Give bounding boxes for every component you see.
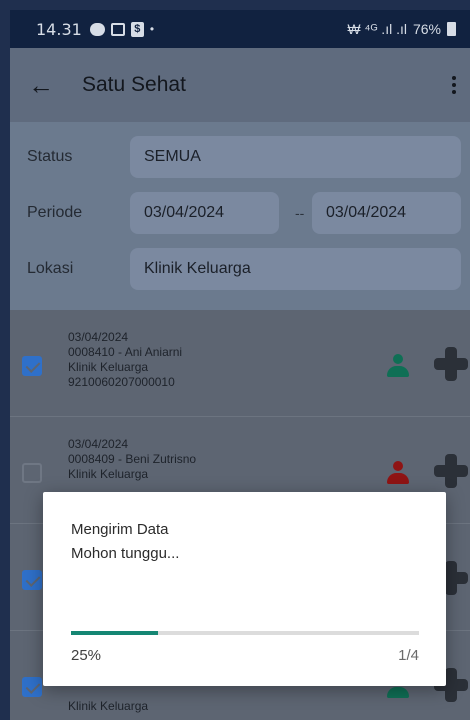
progress-dialog: Mengirim Data Mohon tunggu... 25% 1/4 [43,492,446,686]
progress-fill [71,631,158,635]
record-checkbox[interactable] [22,463,42,483]
filter-row-period: Periode 03/04/2024 -- 03/04/2024 [10,192,470,234]
wallet-icon: $ [130,21,144,37]
progress-percent: 25% [71,647,102,664]
list-item[interactable]: 03/04/2024 0008410 - Ani Aniarni Klinik … [10,310,470,417]
status-dropdown[interactable]: SEMUA [130,136,461,178]
status-time: 14.31 [36,19,82,39]
notification-icons: $ • [89,21,155,37]
dialog-message: Mohon tunggu... [71,545,180,562]
period-start-field[interactable]: 03/04/2024 [130,192,279,234]
record-checkbox[interactable] [22,356,42,376]
record-details: 03/04/2024 0008409 - Beni Zutrisno Klini… [68,437,196,482]
image-icon [110,22,125,36]
filter-panel: Status SEMUA Periode 03/04/2024 -- 03/04… [10,122,470,310]
signal-icon: ₩ ⁴ᴳ .ıl .ıl [347,21,407,37]
record-patient: 0008409 - Beni Zutrisno [68,452,197,466]
medical-cross-icon[interactable] [434,347,468,381]
record-patient: 0008410 - Ani Aniarni [68,345,183,359]
status-bar: 14.31 $ • ₩ ⁴ᴳ .ıl .ıl 76% [10,10,470,48]
record-details: 03/04/2024 0008410 - Ani Aniarni Klinik … [68,330,182,390]
system-icons: ₩ ⁴ᴳ .ıl .ıl 76% [347,21,456,37]
period-end-field[interactable]: 03/04/2024 [312,192,461,234]
battery-icon [447,22,456,36]
location-dropdown[interactable]: Klinik Keluarga [130,248,461,290]
record-clinic: Klinik Keluarga [68,360,149,374]
chat-icon [89,22,105,36]
record-checkbox[interactable] [22,570,42,590]
status-label: Status [27,148,73,165]
record-date: 03/04/2024 [68,330,129,344]
dialog-title: Mengirim Data [71,521,169,538]
record-date: 03/04/2024 [68,437,129,451]
filter-row-status: Status SEMUA [10,136,470,178]
page-title: Satu Sehat [82,73,186,96]
medical-cross-icon[interactable] [434,454,468,488]
progress-count: 1/4 [398,647,419,664]
more-notifications-dot: • [149,22,155,36]
progress-bar [71,631,419,635]
record-checkbox[interactable] [22,677,42,697]
record-clinic: Klinik Keluarga [68,699,149,713]
record-clinic: Klinik Keluarga [68,467,149,481]
period-separator: -- [295,205,305,221]
record-nik: 9210060207000010 [68,375,175,389]
app-bar: ← Satu Sehat [10,48,470,122]
period-label: Periode [27,204,83,221]
location-label: Lokasi [27,260,74,277]
person-icon [387,461,409,485]
back-arrow-icon[interactable]: ← [28,70,68,101]
battery-level: 76% [412,21,441,37]
record-details: Klinik Keluarga [68,699,148,714]
person-icon [387,354,409,378]
more-vertical-icon[interactable] [446,70,462,100]
filter-row-location: Lokasi Klinik Keluarga [10,248,470,290]
